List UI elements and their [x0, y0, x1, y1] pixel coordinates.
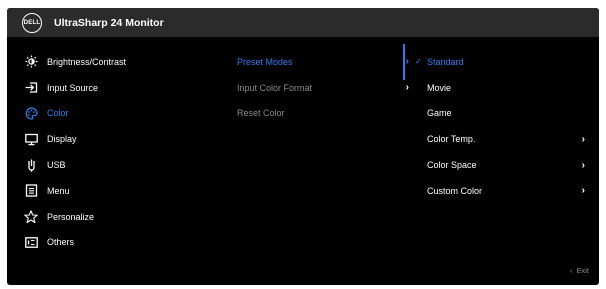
option-label-color-temp: Color Temp.	[427, 134, 476, 145]
menu-item-usb[interactable]: USB	[7, 152, 217, 178]
submenu-label-preset-modes: Preset Modes	[237, 56, 293, 67]
menu-item-brightness-contrast[interactable]: Brightness/Contrast	[7, 49, 217, 75]
menu-label-input-source: Input Source	[47, 82, 99, 93]
osd-header: DELL UltraSharp 24 Monitor	[7, 8, 599, 37]
menu-item-display[interactable]: Display	[7, 126, 217, 152]
submenu-item-preset-modes[interactable]: Preset Modes ›	[229, 49, 409, 75]
usb-icon	[24, 158, 38, 172]
option-movie[interactable]: Movie	[403, 75, 599, 101]
star-icon	[24, 209, 38, 224]
option-label-standard: Standard	[427, 56, 464, 67]
display-icon	[24, 132, 38, 146]
chevron-left-icon: ‹	[569, 266, 573, 275]
monitor-osd: DELL UltraSharp 24 Monitor Brightness/Co…	[7, 8, 599, 285]
submenu-label-input-color-format: Input Color Format	[237, 82, 313, 93]
color-submenu: Preset Modes › Input Color Format › Rese…	[229, 49, 409, 126]
menu-icon	[24, 184, 38, 198]
others-icon	[24, 235, 38, 249]
chevron-right-icon: ›	[581, 133, 585, 145]
brightness-icon	[24, 55, 38, 69]
submenu-label-reset-color: Reset Color	[237, 108, 285, 119]
option-game[interactable]: Game	[403, 101, 599, 127]
menu-label-usb: USB	[47, 160, 66, 171]
main-menu: Brightness/Contrast Input Source Color D…	[7, 49, 217, 255]
exit-button[interactable]: ‹ Exit	[570, 266, 589, 275]
exit-label: Exit	[576, 266, 589, 275]
chevron-right-icon: ›	[581, 185, 585, 197]
chevron-right-icon: ›	[581, 159, 585, 171]
option-label-game: Game	[427, 108, 452, 119]
menu-label-brightness-contrast: Brightness/Contrast	[47, 56, 127, 67]
menu-label-color: Color	[47, 108, 69, 119]
option-standard[interactable]: ✓ Standard	[403, 49, 599, 75]
option-color-space[interactable]: Color Space ›	[403, 152, 599, 178]
menu-item-personalize[interactable]: Personalize	[7, 204, 217, 230]
color-palette-icon	[24, 106, 38, 120]
monitor-title: UltraSharp 24 Monitor	[54, 16, 164, 29]
option-label-custom-color: Custom Color	[427, 185, 483, 196]
input-source-icon	[24, 81, 38, 95]
preset-modes-options: ✓ Standard Movie Game Color Temp. › Colo…	[403, 49, 599, 204]
menu-item-menu[interactable]: Menu	[7, 178, 217, 204]
option-label-color-space: Color Space	[427, 160, 477, 171]
menu-label-menu: Menu	[47, 185, 70, 196]
option-custom-color[interactable]: Custom Color ›	[403, 178, 599, 204]
option-label-movie: Movie	[427, 82, 452, 93]
submenu-item-input-color-format[interactable]: Input Color Format ›	[229, 75, 409, 101]
checkmark-icon: ✓	[415, 57, 422, 67]
menu-item-color[interactable]: Color	[7, 101, 217, 127]
dell-logo: DELL	[22, 12, 42, 33]
option-color-temp[interactable]: Color Temp. ›	[403, 126, 599, 152]
menu-item-others[interactable]: Others	[7, 230, 217, 256]
submenu-item-reset-color[interactable]: Reset Color	[229, 101, 409, 127]
menu-label-personalize: Personalize	[47, 211, 95, 222]
menu-label-display: Display	[47, 134, 77, 145]
menu-item-input-source[interactable]: Input Source	[7, 75, 217, 101]
menu-label-others: Others	[47, 237, 75, 248]
